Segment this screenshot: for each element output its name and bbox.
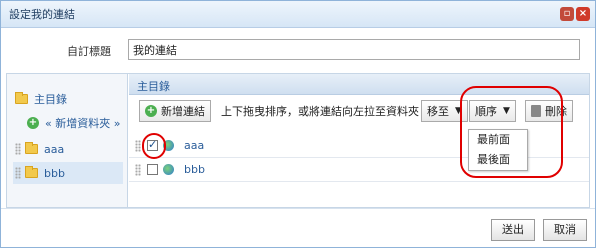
- folder-icon: [15, 92, 28, 104]
- add-folder-link[interactable]: + « 新增資料夾 »: [27, 112, 120, 134]
- drag-handle-icon[interactable]: [15, 143, 21, 155]
- link-label[interactable]: bbb: [184, 163, 205, 176]
- sidebar-item-aaa[interactable]: aaa: [15, 138, 125, 160]
- dialog-titlebar: 設定我的連結 ▫ ×: [1, 1, 595, 28]
- add-link-button[interactable]: + 新增連結: [139, 100, 211, 122]
- drag-handle-icon[interactable]: [135, 139, 141, 152]
- folder-open-icon: [25, 166, 38, 178]
- add-icon: +: [27, 117, 39, 129]
- move-to-label: 移至: [427, 105, 449, 118]
- custom-title-input[interactable]: [128, 39, 580, 60]
- drag-handle-icon[interactable]: [15, 167, 21, 179]
- globe-icon: [163, 164, 174, 175]
- title-row: 自訂標題: [1, 28, 595, 73]
- sidebar-item-root[interactable]: 主目錄: [15, 88, 67, 110]
- window-controls: ▫ ×: [560, 7, 590, 21]
- add-link-label: 新增連結: [161, 105, 205, 118]
- close-icon[interactable]: ×: [576, 7, 590, 21]
- sidebar-item-label: bbb: [44, 166, 65, 180]
- add-folder-label: « 新增資料夾 »: [45, 117, 121, 130]
- folder-icon: [25, 142, 38, 154]
- link-checkbox[interactable]: [147, 164, 158, 175]
- folder-sidebar: 主目錄 + « 新增資料夾 » aaa bbb: [7, 74, 128, 207]
- minimize-icon[interactable]: ▫: [560, 7, 574, 21]
- link-settings-dialog: 設定我的連結 ▫ × 自訂標題 主目錄 + « 新增資料夾 » aaa: [0, 0, 596, 248]
- cancel-button[interactable]: 取消: [543, 219, 587, 241]
- drag-hint-text: 上下拖曳排序，或將連結向左拉至資料夾: [221, 105, 419, 118]
- link-label[interactable]: aaa: [184, 139, 204, 152]
- sidebar-item-bbb[interactable]: bbb: [13, 162, 123, 184]
- add-icon: +: [145, 105, 157, 117]
- dialog-title: 設定我的連結: [9, 8, 75, 21]
- custom-title-label: 自訂標題: [67, 45, 111, 58]
- submit-button[interactable]: 送出: [491, 219, 535, 241]
- sidebar-item-label: aaa: [44, 142, 65, 156]
- sidebar-item-label: 主目錄: [34, 93, 67, 106]
- highlight-checkbox-annotation: [142, 133, 166, 159]
- dialog-footer: 送出 取消: [1, 208, 595, 247]
- highlight-order-annotation: [460, 86, 563, 178]
- drag-handle-icon[interactable]: [135, 163, 141, 176]
